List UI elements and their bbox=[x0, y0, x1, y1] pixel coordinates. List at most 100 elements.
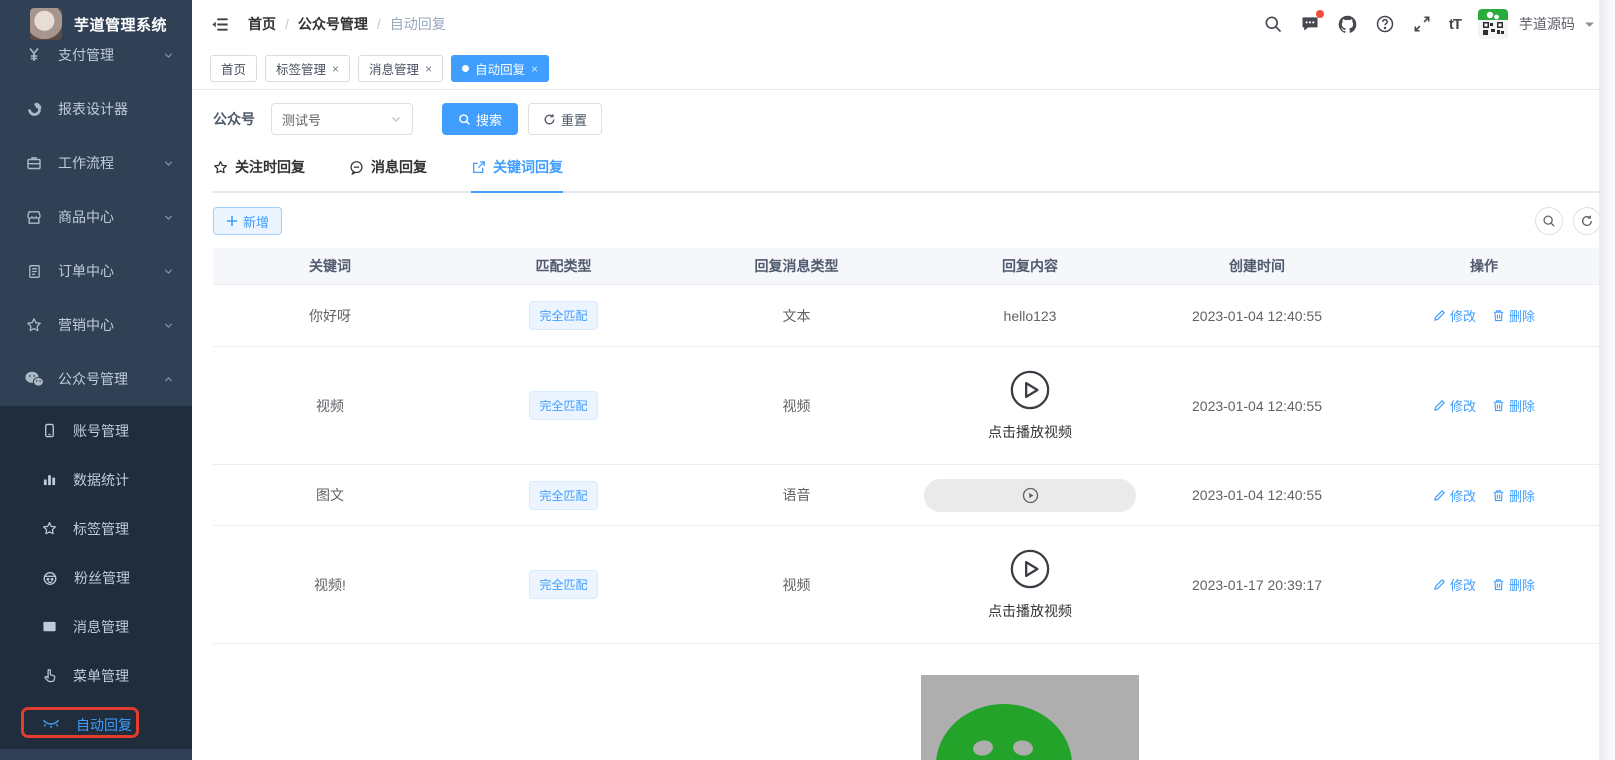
sidebar-item-工作流程[interactable]: 工作流程 bbox=[0, 136, 192, 190]
sidebar-item-订单中心[interactable]: 订单中心 bbox=[0, 244, 192, 298]
sidebar-item-报表设计器[interactable]: 报表设计器 bbox=[0, 82, 192, 136]
edit-link[interactable]: 修改 bbox=[1433, 306, 1476, 325]
plus-icon bbox=[226, 215, 238, 227]
sidebar-item-商品中心[interactable]: 商品中心 bbox=[0, 190, 192, 244]
delete-label: 删除 bbox=[1509, 306, 1535, 325]
table-search-button[interactable] bbox=[1535, 207, 1563, 235]
cell-keyword: 你好呀 bbox=[213, 306, 447, 326]
audio-play-icon[interactable] bbox=[1022, 487, 1039, 504]
toolbar-row: 新增 bbox=[213, 207, 1601, 235]
payment-icon bbox=[24, 47, 44, 63]
star-tab-icon bbox=[213, 160, 228, 175]
view-tag-自动回复[interactable]: 自动回复× bbox=[451, 55, 549, 82]
caret-down-icon[interactable] bbox=[1584, 19, 1595, 30]
edit-icon bbox=[1433, 309, 1446, 322]
sidebar-subitem-消息管理[interactable]: 消息管理 bbox=[0, 602, 192, 651]
close-icon[interactable]: × bbox=[531, 63, 538, 75]
table-row: 视频!完全匹配视频点击播放视频2023-01-17 20:39:17修改删除 bbox=[213, 526, 1601, 644]
view-tag-标签管理[interactable]: 标签管理× bbox=[265, 55, 350, 82]
search-icon[interactable] bbox=[1263, 14, 1283, 34]
cell-actions: 修改删除 bbox=[1367, 575, 1601, 594]
sidebar-subitem-账号管理[interactable]: 账号管理 bbox=[0, 406, 192, 455]
breadcrumb-separator: / bbox=[377, 16, 381, 32]
sidebar-subitem-菜单管理[interactable]: 菜单管理 bbox=[0, 651, 192, 700]
cell-actions: 修改 删除 bbox=[1367, 396, 1601, 415]
sidebar-item-label: 公众号管理 bbox=[58, 369, 163, 389]
report-icon bbox=[24, 101, 44, 118]
cell-actions: 修改 删除 bbox=[1367, 306, 1601, 325]
breadcrumb-item[interactable]: 首页 bbox=[248, 14, 276, 34]
tab-关注时回复[interactable]: 关注时回复 bbox=[213, 157, 305, 193]
navbar: 首页/公众号管理/自动回复 tT bbox=[192, 0, 1615, 48]
refresh-icon bbox=[1580, 214, 1594, 228]
breadcrumb-item[interactable]: 公众号管理 bbox=[298, 14, 368, 34]
cell-match-type: 完全匹配 bbox=[447, 301, 680, 330]
view-tag-首页[interactable]: 首页 bbox=[210, 55, 257, 82]
scrollbar-gutter[interactable] bbox=[1599, 0, 1615, 760]
sidebar-subitem-粉丝管理[interactable]: 粉丝管理 bbox=[0, 553, 192, 602]
close-icon[interactable]: × bbox=[332, 63, 339, 75]
tab-关键词回复[interactable]: 关键词回复 bbox=[471, 157, 563, 193]
app-title: 芋道管理系统 bbox=[74, 14, 167, 35]
play-icon[interactable] bbox=[1009, 369, 1051, 411]
sidebar-subitem-label: 粉丝管理 bbox=[74, 568, 130, 588]
play-icon[interactable] bbox=[1009, 548, 1051, 590]
sidebar-item-label: 商品中心 bbox=[58, 207, 163, 227]
message-icon[interactable] bbox=[1300, 14, 1320, 34]
cell-keyword: 图文 bbox=[213, 485, 447, 505]
sidebar-subitem-自动回复[interactable]: 自动回复 bbox=[0, 700, 192, 749]
help-icon[interactable] bbox=[1375, 14, 1395, 34]
sidebar-item-label: 报表设计器 bbox=[58, 99, 174, 119]
view-tag-消息管理[interactable]: 消息管理× bbox=[358, 55, 443, 82]
cell-reply-content: 点击播放视频 bbox=[913, 369, 1147, 442]
column-header: 关键词 bbox=[213, 256, 447, 276]
breadcrumb-item: 自动回复 bbox=[390, 14, 446, 34]
delete-link[interactable]: 删除 bbox=[1492, 306, 1535, 325]
sidebar-item-营销中心[interactable]: 营销中心 bbox=[0, 298, 192, 352]
user-name[interactable]: 芋道源码 bbox=[1519, 14, 1575, 34]
tabs-row: 关注时回复 消息回复 关键词回复 bbox=[213, 157, 1601, 193]
add-button[interactable]: 新增 bbox=[213, 207, 282, 235]
edit-link[interactable]: 修改 bbox=[1433, 396, 1476, 415]
fans-icon bbox=[42, 570, 58, 586]
search-button[interactable]: 搜索 bbox=[442, 103, 518, 135]
sidebar-subitem-标签管理[interactable]: 标签管理 bbox=[0, 504, 192, 553]
edit-link[interactable]: 修改 bbox=[1433, 486, 1476, 505]
sidebar-item-公众号管理[interactable]: 公众号管理 bbox=[0, 352, 192, 406]
edit-link[interactable]: 修改 bbox=[1433, 575, 1476, 594]
table-refresh-button[interactable] bbox=[1573, 207, 1601, 235]
tab-消息回复[interactable]: 消息回复 bbox=[349, 157, 427, 193]
search-icon bbox=[458, 113, 471, 126]
github-icon[interactable] bbox=[1337, 14, 1358, 35]
account-select[interactable]: 测试号 bbox=[271, 103, 413, 135]
close-icon[interactable]: × bbox=[425, 63, 432, 75]
match-type-tag: 完全匹配 bbox=[529, 481, 597, 510]
chevron-down-icon bbox=[390, 113, 402, 125]
sidebar-subitem-数据统计[interactable]: 数据统计 bbox=[0, 455, 192, 504]
navbar-actions: tT 芋道源码 bbox=[1263, 9, 1595, 39]
cell-created-time: 2023-01-04 12:40:55 bbox=[1147, 398, 1367, 414]
sidebar-menu: 支付管理报表设计器工作流程商品中心订单中心营销中心公众号管理账号管理数据统计标签… bbox=[0, 28, 192, 749]
logo-bar[interactable]: 芋道管理系统 bbox=[0, 0, 192, 48]
fullscreen-icon[interactable] bbox=[1412, 14, 1432, 34]
sidebar-subitem-label: 账号管理 bbox=[73, 421, 129, 441]
cell-match-type: 完全匹配 bbox=[447, 570, 680, 599]
sidebar-item-label: 订单中心 bbox=[58, 261, 163, 281]
account-label: 公众号 bbox=[213, 109, 255, 129]
reset-button[interactable]: 重置 bbox=[528, 103, 602, 135]
cell-reply-content: 点击播放视频 bbox=[913, 548, 1147, 621]
view-tag-label: 首页 bbox=[221, 59, 246, 78]
delete-label: 删除 bbox=[1509, 396, 1535, 415]
delete-link[interactable]: 删除 bbox=[1492, 486, 1535, 505]
match-type-tag: 完全匹配 bbox=[529, 391, 597, 420]
sidebar-fold-icon[interactable] bbox=[211, 15, 230, 34]
delete-icon bbox=[1492, 399, 1505, 412]
delete-link[interactable]: 删除 bbox=[1492, 396, 1535, 415]
font-size-icon[interactable]: tT bbox=[1449, 16, 1461, 33]
toolbar-right bbox=[1535, 207, 1601, 235]
delete-link[interactable]: 删除 bbox=[1492, 575, 1535, 594]
delete-icon bbox=[1492, 309, 1505, 322]
user-avatar[interactable] bbox=[1478, 9, 1508, 39]
cell-match-type: 完全匹配 bbox=[447, 481, 680, 510]
audio-player[interactable] bbox=[924, 479, 1136, 512]
